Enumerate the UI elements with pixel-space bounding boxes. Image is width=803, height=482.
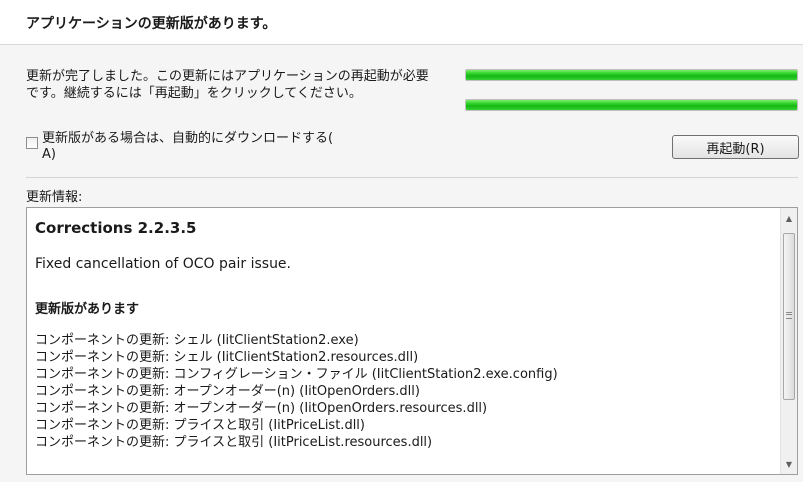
progress-bar (465, 99, 798, 111)
list-item: コンポーネントの更新: シェル (IitClientStation2.resou… (35, 350, 419, 365)
scroll-down-icon[interactable]: ▼ (781, 456, 797, 472)
auto-download-label-line-1: 更新版がある場合は、自動的にダウンロードする( (42, 131, 334, 146)
dialog-header: アプリケーションの更新版があります。 (0, 0, 803, 45)
updates-heading: 更新版があります (35, 302, 140, 317)
list-item: コンポーネントの更新: プライスと取引 (IitPriceList.dll) (35, 418, 365, 433)
list-item: コンポーネントの更新: シェル (IitClientStation2.exe) (35, 333, 359, 348)
scroll-thumb[interactable] (783, 233, 795, 400)
scroll-up-icon[interactable]: ▲ (781, 210, 797, 226)
message-line-2: です。継続するには「再起動」をクリックしてください。 (26, 86, 362, 101)
update-info-content: Corrections 2.2.3.5 Fixed cancellation o… (35, 218, 775, 451)
grip-icon (786, 312, 792, 319)
divider (26, 177, 798, 178)
update-info-box[interactable]: Corrections 2.2.3.5 Fixed cancellation o… (26, 207, 798, 475)
auto-download-label[interactable]: 更新版がある場合は、自動的にダウンロードする( A) (42, 131, 362, 163)
dialog-title: アプリケーションの更新版があります。 (26, 16, 277, 32)
progress-fill (466, 100, 797, 110)
progress-fill (466, 70, 797, 80)
update-list: コンポーネントの更新: シェル (IitClientStation2.exe) … (35, 332, 775, 451)
update-info-label: 更新情報: (26, 190, 83, 205)
message-line-1: 更新が完了しました。この更新にはアプリケーションの再起動が必要 (26, 69, 429, 84)
version-heading: Corrections 2.2.3.5 (35, 219, 197, 237)
restart-button[interactable]: 再起動(R) (672, 135, 799, 159)
list-item: コンポーネントの更新: コンフィグレーション・ファイル (IitClientSt… (35, 367, 558, 382)
list-item: コンポーネントの更新: オープンオーダー(n) (IitOpenOrders.r… (35, 401, 488, 416)
fix-description: Fixed cancellation of OCO pair issue. (35, 256, 291, 272)
auto-download-label-line-2: A) (42, 147, 56, 162)
vertical-scrollbar[interactable]: ▲ ▼ (780, 208, 797, 474)
list-item: コンポーネントの更新: プライスと取引 (IitPriceList.resour… (35, 435, 433, 450)
auto-download-checkbox[interactable] (26, 137, 38, 149)
update-dialog: アプリケーションの更新版があります。 更新が完了しました。この更新にはアプリケー… (0, 0, 803, 482)
list-item: コンポーネントの更新: オープンオーダー(n) (IitOpenOrders.d… (35, 384, 420, 399)
progress-bar (465, 69, 798, 81)
update-message: 更新が完了しました。この更新にはアプリケーションの再起動が必要 です。継続するに… (26, 68, 446, 102)
